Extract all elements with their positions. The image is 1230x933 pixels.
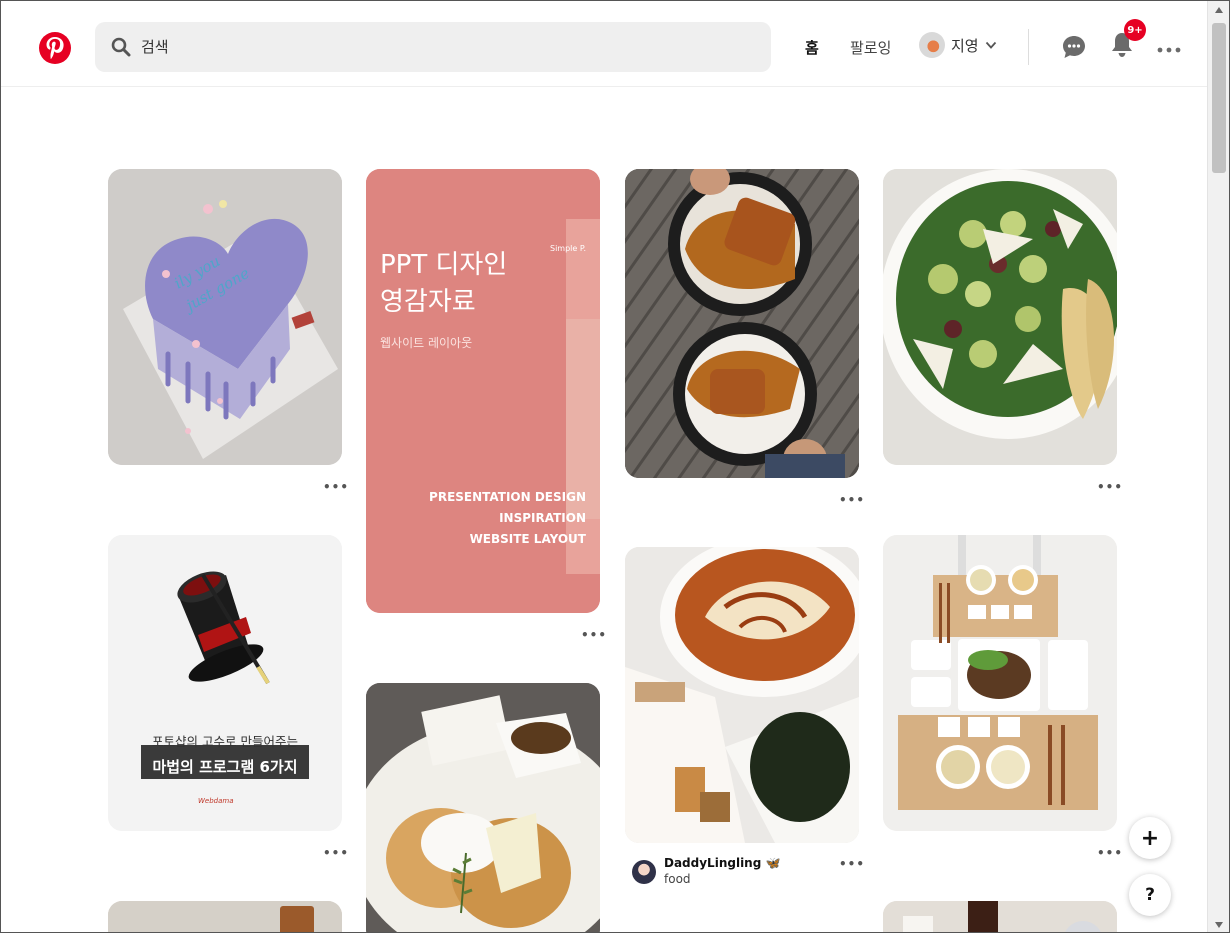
partial-image bbox=[883, 901, 1117, 932]
pin-korean-meal[interactable] bbox=[883, 535, 1117, 831]
pin-salad[interactable] bbox=[883, 169, 1117, 465]
pin-partial-col1[interactable] bbox=[108, 901, 342, 932]
ppt-en-line3: WEBSITE LAYOUT bbox=[469, 532, 586, 546]
header-divider bbox=[1028, 29, 1029, 65]
top-header: 홈 팔로잉 지영 9+ bbox=[1, 1, 1207, 87]
pin-more-button[interactable]: ••• bbox=[839, 857, 865, 871]
scroll-thumb[interactable] bbox=[1212, 23, 1226, 173]
pinterest-window: 홈 팔로잉 지영 9+ bbox=[0, 0, 1230, 933]
svg-text:Webdama: Webdama bbox=[198, 797, 234, 805]
ellipsis-icon bbox=[1157, 47, 1181, 53]
pin-ppt-design[interactable]: Simple P. PPT 디자인 영감자료 웹사이트 레이아웃 PRESENT… bbox=[366, 169, 600, 613]
ppt-en-line2: INSPIRATION bbox=[499, 511, 586, 525]
scroll-down-arrow-icon[interactable] bbox=[1215, 922, 1223, 928]
pin-more-button[interactable]: ••• bbox=[839, 493, 865, 507]
author-name: DaddyLingling bbox=[664, 856, 762, 870]
board-name: food bbox=[664, 872, 691, 886]
pin-magic-caption-line2: 마법의 프로그램 6가지 bbox=[152, 758, 298, 776]
chat-bubble-icon bbox=[1063, 36, 1085, 58]
search-input[interactable] bbox=[141, 38, 701, 56]
pin-more-button[interactable]: ••• bbox=[323, 846, 349, 860]
notification-badge: 9+ bbox=[1124, 19, 1146, 41]
plus-icon: + bbox=[1140, 825, 1160, 851]
curry-image bbox=[625, 169, 859, 478]
add-pin-button[interactable]: + bbox=[1129, 817, 1171, 859]
profile-menu-button[interactable]: 지영 bbox=[919, 32, 997, 58]
pin-more-button[interactable]: ••• bbox=[1097, 480, 1123, 494]
ppt-subtitle: 웹사이트 레이아웃 bbox=[380, 336, 473, 350]
pin-pancakes[interactable] bbox=[366, 683, 600, 932]
tteokbokki-image bbox=[625, 547, 859, 843]
more-options-button[interactable] bbox=[1157, 39, 1181, 58]
ppt-title-line1: PPT 디자인 bbox=[380, 250, 508, 280]
avatar bbox=[632, 860, 656, 884]
pancake-image bbox=[366, 683, 600, 932]
pin-curry-tonkatsu[interactable] bbox=[625, 169, 859, 478]
nav-home-link[interactable]: 홈 bbox=[805, 37, 819, 58]
pin-heart-cake[interactable]: ily you just gone bbox=[108, 169, 342, 465]
pinterest-logo-icon[interactable] bbox=[39, 32, 71, 64]
help-button[interactable]: ? bbox=[1129, 874, 1171, 916]
profile-name: 지영 bbox=[951, 36, 979, 55]
search-icon bbox=[111, 37, 131, 57]
ppt-brand: Simple P. bbox=[550, 244, 586, 253]
ppt-background-image bbox=[366, 169, 600, 613]
magic-hat-image: Webdama bbox=[108, 535, 342, 831]
partial-image bbox=[108, 901, 342, 932]
cake-image: ily you just gone bbox=[108, 169, 342, 465]
pin-magic-caption-line1: 포토샵의 고수로 만들어주는 bbox=[152, 734, 298, 749]
pin-author[interactable]: DaddyLingling 🦋 food bbox=[632, 856, 780, 886]
question-icon: ? bbox=[1145, 885, 1155, 905]
pin-more-button[interactable]: ••• bbox=[581, 628, 607, 642]
messages-button[interactable] bbox=[1061, 34, 1087, 64]
pin-partial-col4[interactable] bbox=[883, 901, 1117, 932]
pin-more-button[interactable]: ••• bbox=[1097, 846, 1123, 860]
ppt-en-line1: PRESENTATION DESIGN bbox=[429, 490, 586, 504]
salad-image bbox=[883, 169, 1117, 465]
pin-more-button[interactable]: ••• bbox=[323, 480, 349, 494]
search-bar[interactable] bbox=[95, 22, 771, 72]
korean-meal-image bbox=[883, 535, 1117, 831]
pin-magic-hat[interactable]: Webdama 포토샵의 고수로 만들어주는 마법의 프로그램 6가지 bbox=[108, 535, 342, 831]
vertical-scrollbar[interactable] bbox=[1207, 1, 1229, 932]
chevron-down-icon bbox=[985, 41, 996, 49]
scroll-up-arrow-icon[interactable] bbox=[1215, 7, 1223, 13]
butterfly-icon: 🦋 bbox=[765, 856, 781, 870]
pin-tteokbokki[interactable] bbox=[625, 547, 859, 843]
ppt-title-line2: 영감자료 bbox=[380, 287, 476, 317]
nav-following-link[interactable]: 팔로잉 bbox=[850, 37, 891, 58]
avatar bbox=[919, 32, 945, 58]
